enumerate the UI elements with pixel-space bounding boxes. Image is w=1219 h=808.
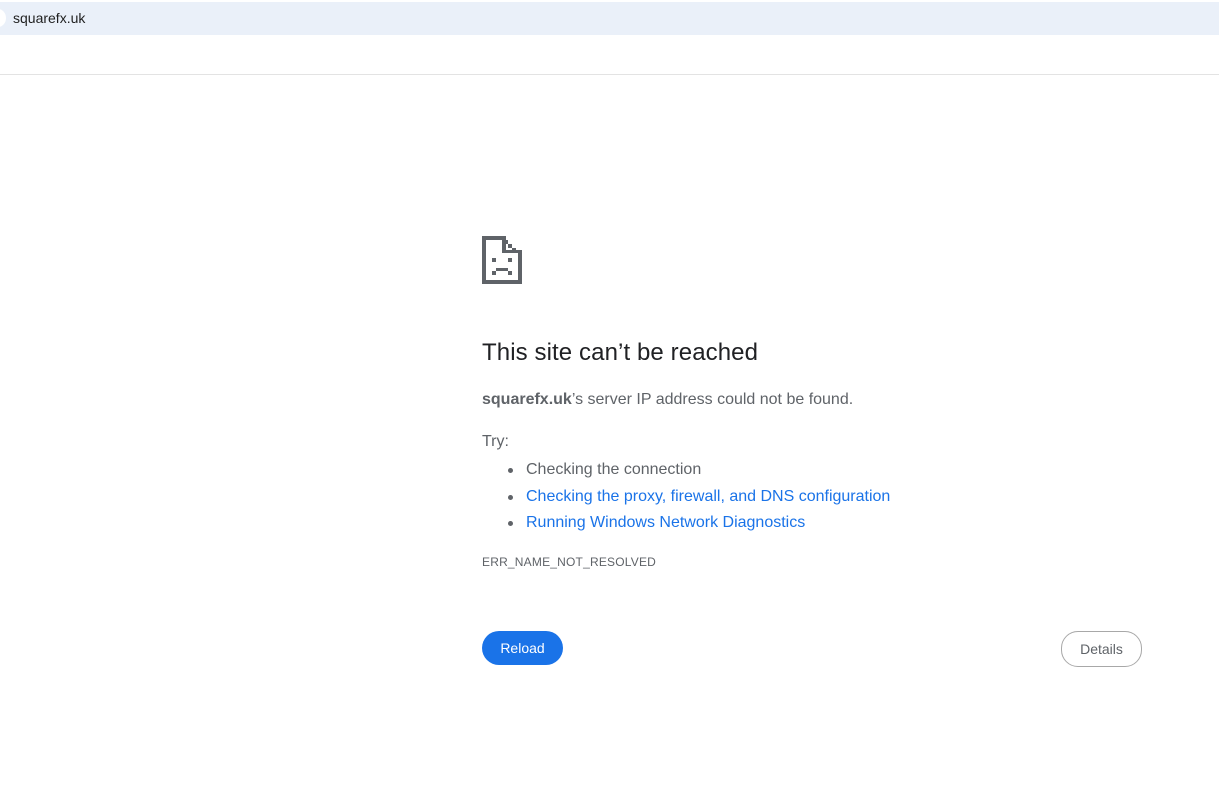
error-summary: squarefx.uk’s server IP address could no…	[482, 389, 1142, 411]
toolbar-area	[0, 35, 1219, 75]
address-text[interactable]: squarefx.uk	[13, 10, 85, 26]
error-summary-text: ’s server IP address could not be found.	[571, 391, 854, 408]
sad-page-icon	[482, 236, 522, 284]
details-button[interactable]: Details	[1061, 631, 1142, 667]
suggestion-list: Checking the connection Checking the pro…	[482, 457, 1142, 537]
suggestion-network-diagnostics-link[interactable]: Running Windows Network Diagnostics	[508, 510, 1142, 537]
reload-button[interactable]: Reload	[482, 631, 563, 665]
error-headline: This site can’t be reached	[482, 339, 759, 366]
suggestion-check-proxy-link[interactable]: Checking the proxy, firewall, and DNS co…	[508, 484, 1142, 511]
error-content: This site can’t be reached squarefx.uk’s…	[482, 236, 1142, 569]
error-host: squarefx.uk	[482, 391, 572, 408]
suggestion-check-connection: Checking the connection	[508, 457, 1142, 484]
address-bar-edge	[0, 9, 6, 27]
try-label: Try:	[482, 433, 509, 450]
error-code: ERR_NAME_NOT_RESOLVED	[482, 554, 657, 569]
address-bar[interactable]: squarefx.uk	[0, 2, 1219, 35]
